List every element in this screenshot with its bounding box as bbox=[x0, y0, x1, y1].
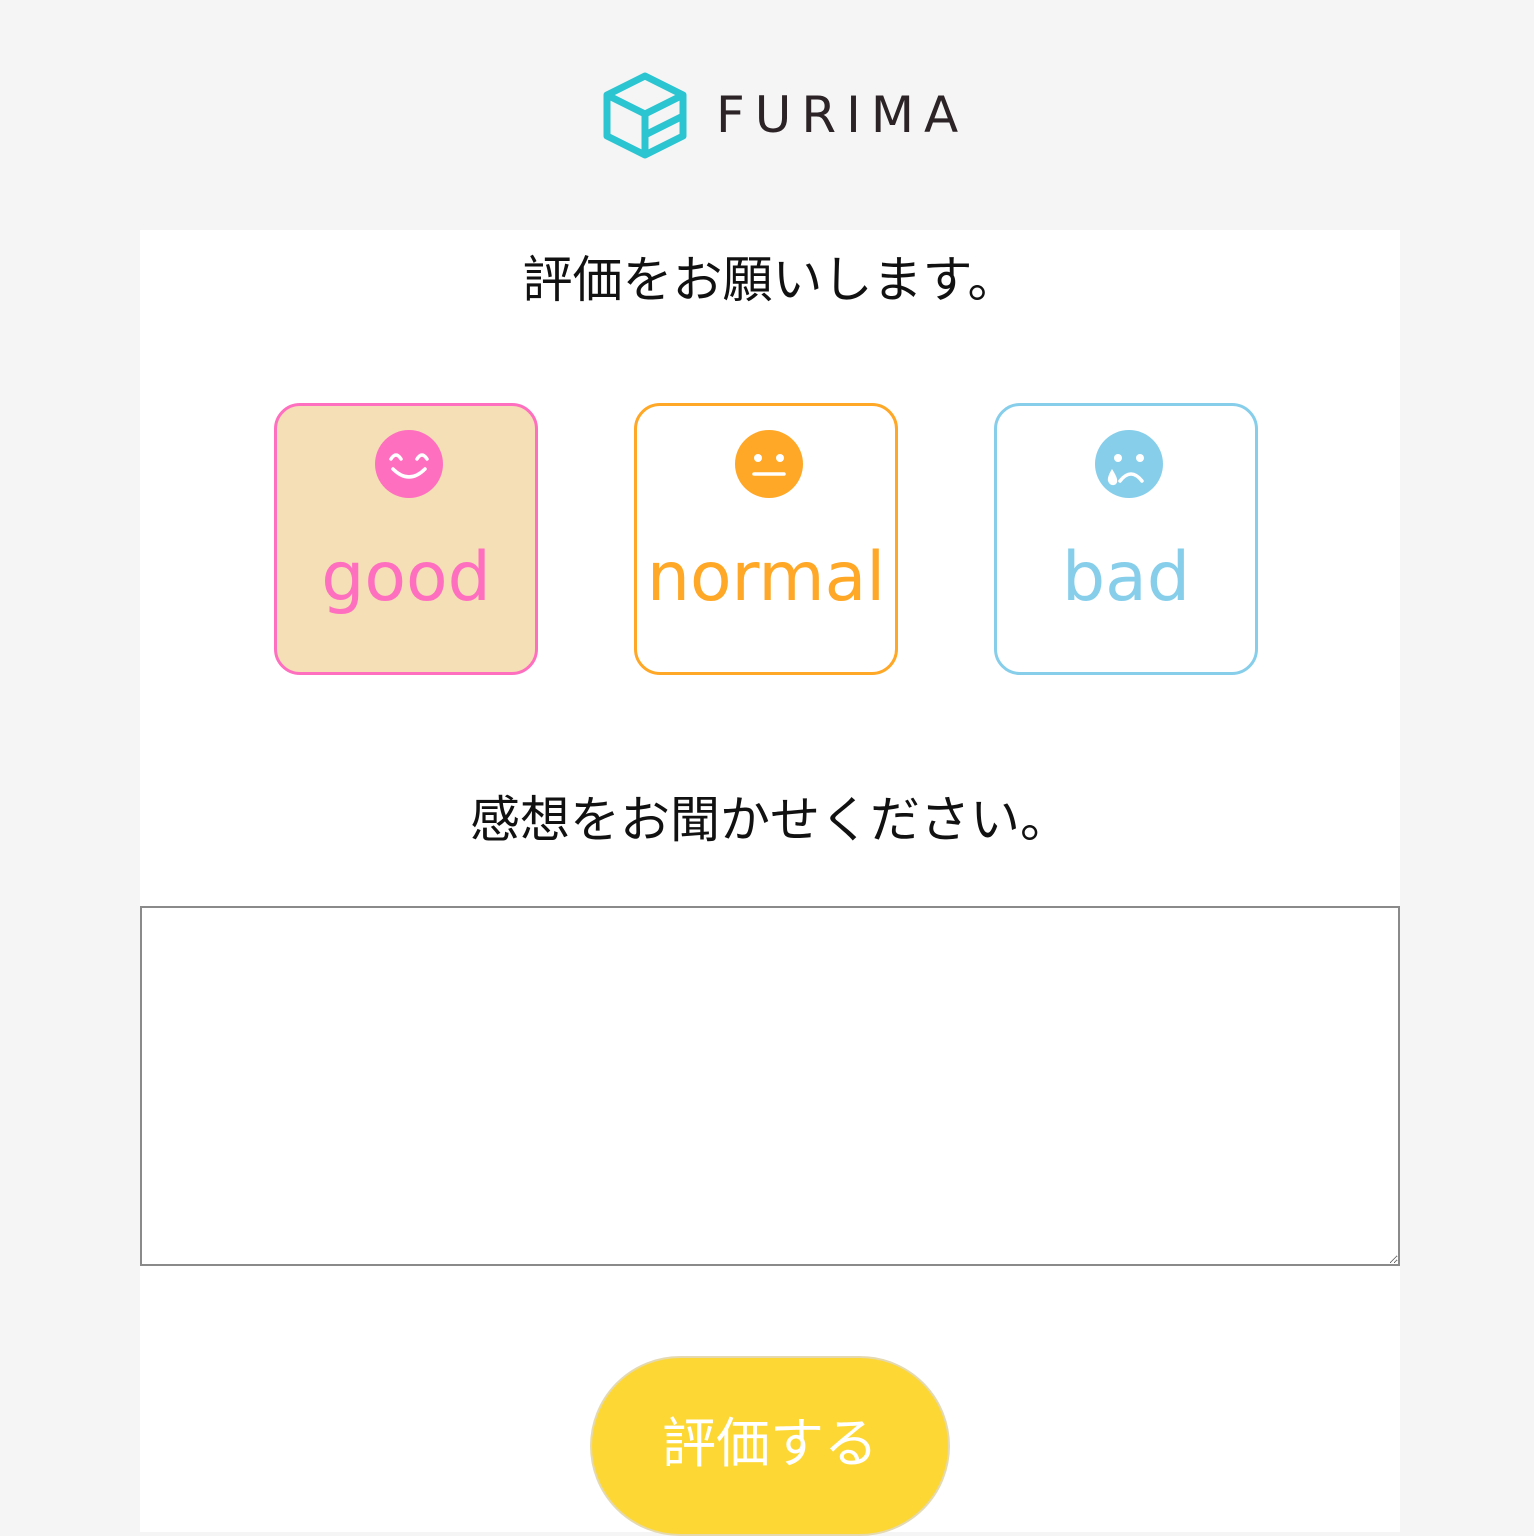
crying-face-icon bbox=[1094, 429, 1164, 499]
rating-bad-button[interactable]: bad bbox=[994, 403, 1258, 675]
rating-normal-button[interactable]: normal bbox=[634, 403, 898, 675]
rating-bad-label: bad bbox=[1062, 538, 1190, 617]
submit-rating-button[interactable]: 評価する bbox=[590, 1356, 950, 1536]
neutral-face-icon bbox=[734, 429, 804, 499]
rating-good-label: good bbox=[321, 538, 491, 617]
comment-textarea[interactable] bbox=[140, 906, 1400, 1266]
box-icon bbox=[600, 70, 690, 160]
logo[interactable]: FURIMA bbox=[600, 70, 968, 160]
rating-normal-label: normal bbox=[646, 538, 886, 617]
review-card: 評価をお願いします。 good normal bad 感想をお聞かせください。 … bbox=[140, 230, 1400, 1536]
smiling-face-icon bbox=[374, 429, 444, 499]
rating-good-button[interactable]: good bbox=[274, 403, 538, 675]
header: FURIMA bbox=[0, 0, 1534, 230]
comment-heading: 感想をお聞かせください。 bbox=[470, 791, 1070, 849]
logo-text: FURIMA bbox=[716, 86, 969, 144]
rating-heading: 評価をお願いします。 bbox=[522, 251, 1018, 309]
